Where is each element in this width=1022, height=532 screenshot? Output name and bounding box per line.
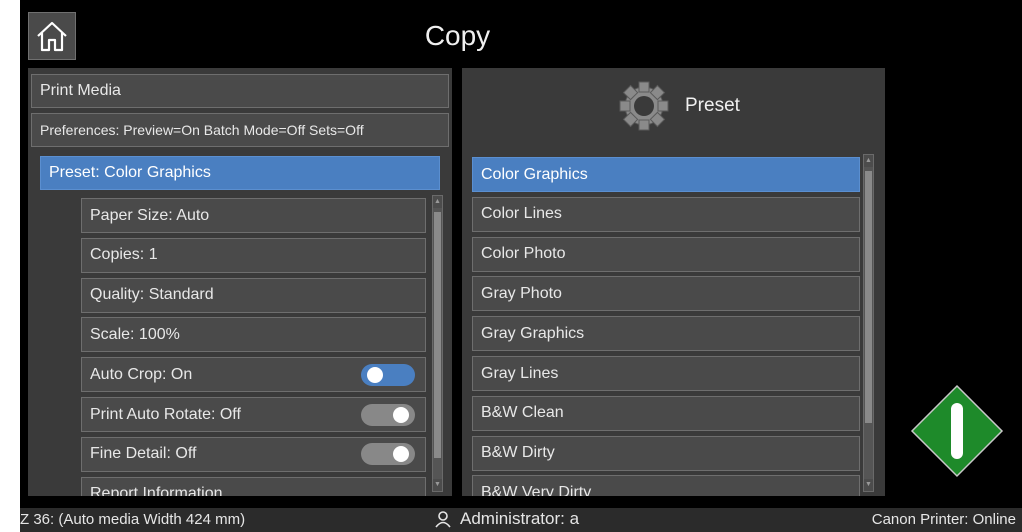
preset-item[interactable]: B&W Clean (472, 395, 860, 431)
preset-title: Preset (685, 95, 740, 116)
scroll-down-icon[interactable]: ▼ (433, 479, 442, 491)
toggle-knob (393, 406, 409, 423)
settings-item-label: Copies: 1 (90, 246, 158, 264)
toggle-knob (393, 446, 409, 463)
settings-item[interactable]: Fine Detail: Off (81, 436, 426, 472)
app-window: Copy Print Media Preferences: Preview=On… (20, 0, 1022, 532)
settings-item-label: Paper Size: Auto (90, 206, 210, 224)
preset-panel: Preset Color Graphics Color Lines Color Ph… (462, 68, 885, 496)
toggle-knob (367, 366, 383, 383)
media-status: Z 36: (Auto media Width 424 mm) (20, 511, 246, 528)
settings-item-label: Quality: Standard (90, 286, 214, 304)
settings-item-label: Report Information (90, 485, 223, 496)
user-icon (435, 511, 451, 528)
print-media-button[interactable]: Print Media (31, 74, 449, 108)
preset-item-label: Color Photo (481, 245, 566, 263)
settings-item[interactable]: Quality: Standard (81, 277, 426, 313)
preset-summary[interactable]: Preset: Color Graphics (40, 156, 440, 190)
print-media-label: Print Media (40, 82, 121, 99)
scroll-thumb[interactable] (434, 212, 441, 458)
settings-panel: Print Media Preferences: Preview=On Batc… (28, 68, 452, 496)
settings-item-label: Scale: 100% (90, 325, 180, 343)
preset-item-label: Gray Graphics (481, 324, 585, 342)
start-button[interactable] (910, 384, 1004, 478)
settings-item[interactable]: Scale: 100% (81, 317, 426, 353)
status-bar: Z 36: (Auto media Width 424 mm) Administ… (20, 508, 1022, 532)
preset-item-label: B&W Dirty (481, 444, 555, 462)
settings-scrollbar[interactable]: ▲ ▼ (432, 195, 443, 492)
toggle-switch[interactable] (361, 363, 415, 386)
scroll-down-icon[interactable]: ▼ (864, 479, 873, 491)
scroll-up-icon[interactable]: ▲ (864, 155, 873, 167)
settings-item[interactable]: Auto Crop: On (81, 357, 426, 393)
preset-item[interactable]: B&W Very Dirty (472, 475, 860, 496)
preset-header: Preset (617, 80, 740, 132)
preset-item[interactable]: B&W Dirty (472, 435, 860, 471)
user-status[interactable]: Administrator: a (434, 509, 579, 529)
preset-item[interactable]: Color Photo (472, 236, 860, 272)
preset-item-label: Gray Lines (481, 364, 559, 382)
preferences-button[interactable]: Preferences: Preview=On Batch Mode=Off S… (31, 113, 449, 147)
preset-item[interactable]: Gray Lines (472, 356, 860, 391)
user-label: Administrator: a (460, 509, 580, 528)
printer-status: Canon Printer: Online (871, 511, 1016, 528)
page-title: Copy (424, 20, 491, 51)
toggle-switch[interactable] (361, 403, 415, 426)
start-icon (910, 384, 1004, 478)
settings-item[interactable]: Paper Size: Auto (81, 198, 426, 233)
preferences-label: Preferences: Preview=On Batch Mode=Off S… (40, 122, 364, 138)
settings-item[interactable]: Report Information (81, 476, 426, 496)
preset-scrollbar[interactable]: ▲ ▼ (863, 154, 874, 492)
settings-item[interactable]: Copies: 1 (81, 237, 426, 273)
scroll-thumb[interactable] (865, 171, 872, 423)
preset-item[interactable]: Color Graphics (472, 157, 860, 192)
toggle-switch[interactable] (361, 443, 415, 466)
preset-summary-label: Preset: Color Graphics (49, 164, 211, 181)
settings-item-label: Print Auto Rotate: Off (90, 405, 241, 423)
preset-item-label: B&W Very Dirty (481, 483, 592, 496)
preset-item-label: Color Lines (481, 205, 562, 223)
preset-item-label: Gray Photo (481, 284, 562, 302)
preset-item-label: B&W Clean (481, 404, 564, 422)
settings-item[interactable]: Print Auto Rotate: Off (81, 397, 426, 432)
preset-item[interactable]: Color Lines (472, 196, 860, 232)
preset-item[interactable]: Gray Graphics (472, 316, 860, 352)
settings-item-label: Fine Detail: Off (90, 445, 197, 463)
scroll-up-icon[interactable]: ▲ (433, 196, 442, 208)
settings-item-label: Auto Crop: On (90, 365, 193, 383)
gear-icon (619, 81, 669, 131)
preset-item[interactable]: Gray Photo (472, 276, 860, 312)
preset-item-label: Color Graphics (481, 165, 588, 183)
